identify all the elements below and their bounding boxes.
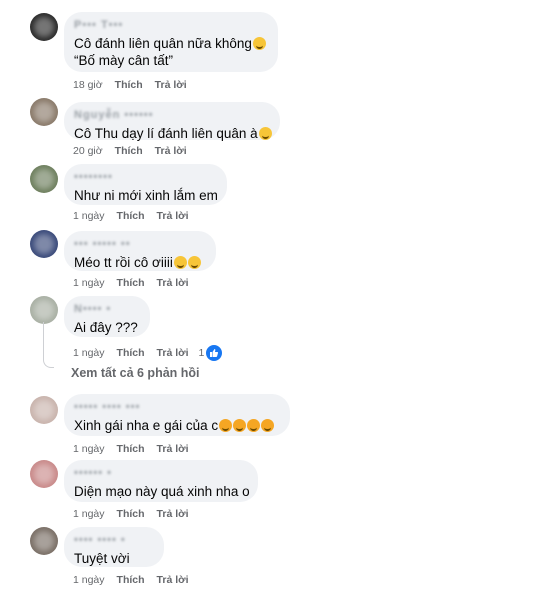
reaction-number: 1 (198, 347, 205, 359)
comment-text-line: Tuyệt vời (74, 551, 130, 566)
reaction-count[interactable]: 1 (199, 345, 235, 361)
timestamp[interactable]: 1 ngày (73, 443, 105, 455)
comment-bubble: N•••• • Ai đây ??? (64, 296, 150, 337)
like-button[interactable]: Thích (117, 347, 145, 359)
commenter-name[interactable]: •••••••• (74, 171, 217, 184)
reply-button[interactable]: Trả lời (157, 574, 189, 586)
avatar[interactable] (30, 98, 58, 126)
comment-text-line: “Bố mày cân tất” (74, 53, 174, 68)
timestamp[interactable]: 1 ngày (73, 210, 105, 222)
avatar[interactable] (30, 230, 58, 258)
laughing-tears-icon (173, 256, 187, 269)
reply-button[interactable]: Trả lời (155, 79, 187, 91)
commenter-name[interactable]: P••• T••• (74, 19, 268, 32)
comment-bubble: P••• T••• Cô đánh liên quân nữa không “B… (64, 12, 278, 72)
comment-text-line: Méo tt rồi cô ơiiii (74, 254, 206, 271)
commenter-name[interactable]: •••••• • (74, 467, 248, 480)
like-button[interactable]: Thích (117, 508, 145, 520)
comment-bubble: •••••••• Như ni mới xinh lắm em (64, 164, 227, 205)
reply-button[interactable]: Trả lời (155, 145, 187, 157)
kissing-face-icon (233, 419, 247, 432)
comment-bubble: •••••• • Diện mạo này quá xinh nha o (64, 460, 258, 502)
avatar[interactable] (30, 296, 58, 324)
commenter-name[interactable]: •••• •••• • (74, 534, 154, 547)
commenter-name[interactable]: Nguyễn •••••• (74, 109, 270, 122)
thinking-face-icon (258, 127, 272, 140)
reply-button[interactable]: Trả lời (157, 210, 189, 222)
like-button[interactable]: Thích (115, 145, 143, 157)
comment-meta: 18 giờ Thích Trả lời (73, 79, 199, 91)
timestamp[interactable]: 18 giờ (73, 79, 103, 91)
comment-text-line: Như ni mới xinh lắm em (74, 188, 218, 203)
like-button[interactable]: Thích (117, 443, 145, 455)
comment-meta: 1 ngày Thích Trả lời 1 (73, 345, 246, 361)
comment-meta: 1 ngày Thích Trả lời (73, 210, 201, 222)
comment-bubble: Nguyễn •••••• Cô Thu dạy lí đánh liên qu… (64, 102, 280, 142)
like-button[interactable]: Thích (117, 277, 145, 289)
comment-text-line: Xinh gái nha e gái của c (74, 417, 280, 434)
avatar[interactable] (30, 527, 58, 555)
like-button[interactable]: Thích (115, 79, 143, 91)
kissing-face-icon (261, 419, 275, 432)
like-button[interactable]: Thích (117, 574, 145, 586)
commenter-name[interactable]: ••• ••••• •• (74, 238, 206, 251)
timestamp[interactable]: 1 ngày (73, 574, 105, 586)
comment-bubble: ••• ••••• •• Méo tt rồi cô ơiiii (64, 231, 216, 271)
avatar[interactable] (30, 460, 58, 488)
comment-text-line: Diện mạo này quá xinh nha o (74, 484, 250, 499)
thumbs-up-icon (206, 345, 223, 361)
timestamp[interactable]: 1 ngày (73, 277, 105, 289)
comment-meta: 1 ngày Thích Trả lời (73, 443, 201, 455)
timestamp[interactable]: 1 ngày (73, 508, 105, 520)
grinning-face-icon (252, 37, 266, 50)
timestamp[interactable]: 1 ngày (73, 347, 105, 359)
comment-text-line: Cô đánh liên quân nữa không (74, 35, 268, 52)
thread-connector (43, 322, 54, 368)
view-replies-link[interactable]: Xem tất cả 6 phản hồi (71, 366, 200, 380)
reply-button[interactable]: Trả lời (157, 443, 189, 455)
comment-meta: 1 ngày Thích Trả lời (73, 574, 201, 586)
commenter-name[interactable]: ••••• •••• ••• (74, 401, 280, 414)
comment-meta: 1 ngày Thích Trả lời (73, 277, 201, 289)
comment-text-line: Ai đây ??? (74, 320, 138, 335)
reply-button[interactable]: Trả lời (157, 277, 189, 289)
avatar[interactable] (30, 396, 58, 424)
comment-meta: 1 ngày Thích Trả lời (73, 508, 201, 520)
laughing-tears-icon (187, 256, 201, 269)
comment-text-line: Cô Thu dạy lí đánh liên quân à (74, 125, 272, 142)
kissing-face-icon (219, 419, 233, 432)
kissing-face-icon (247, 419, 261, 432)
timestamp[interactable]: 20 giờ (73, 145, 103, 157)
reply-button[interactable]: Trả lời (157, 508, 189, 520)
comment-meta: 20 giờ Thích Trả lời (73, 145, 199, 157)
reply-button[interactable]: Trả lời (157, 347, 189, 359)
comment-bubble: ••••• •••• ••• Xinh gái nha e gái của c (64, 394, 290, 436)
commenter-name[interactable]: N•••• • (74, 303, 140, 316)
comment-bubble: •••• •••• • Tuyệt vời (64, 527, 164, 567)
avatar[interactable] (30, 165, 58, 193)
avatar[interactable] (30, 13, 58, 41)
like-button[interactable]: Thích (117, 210, 145, 222)
